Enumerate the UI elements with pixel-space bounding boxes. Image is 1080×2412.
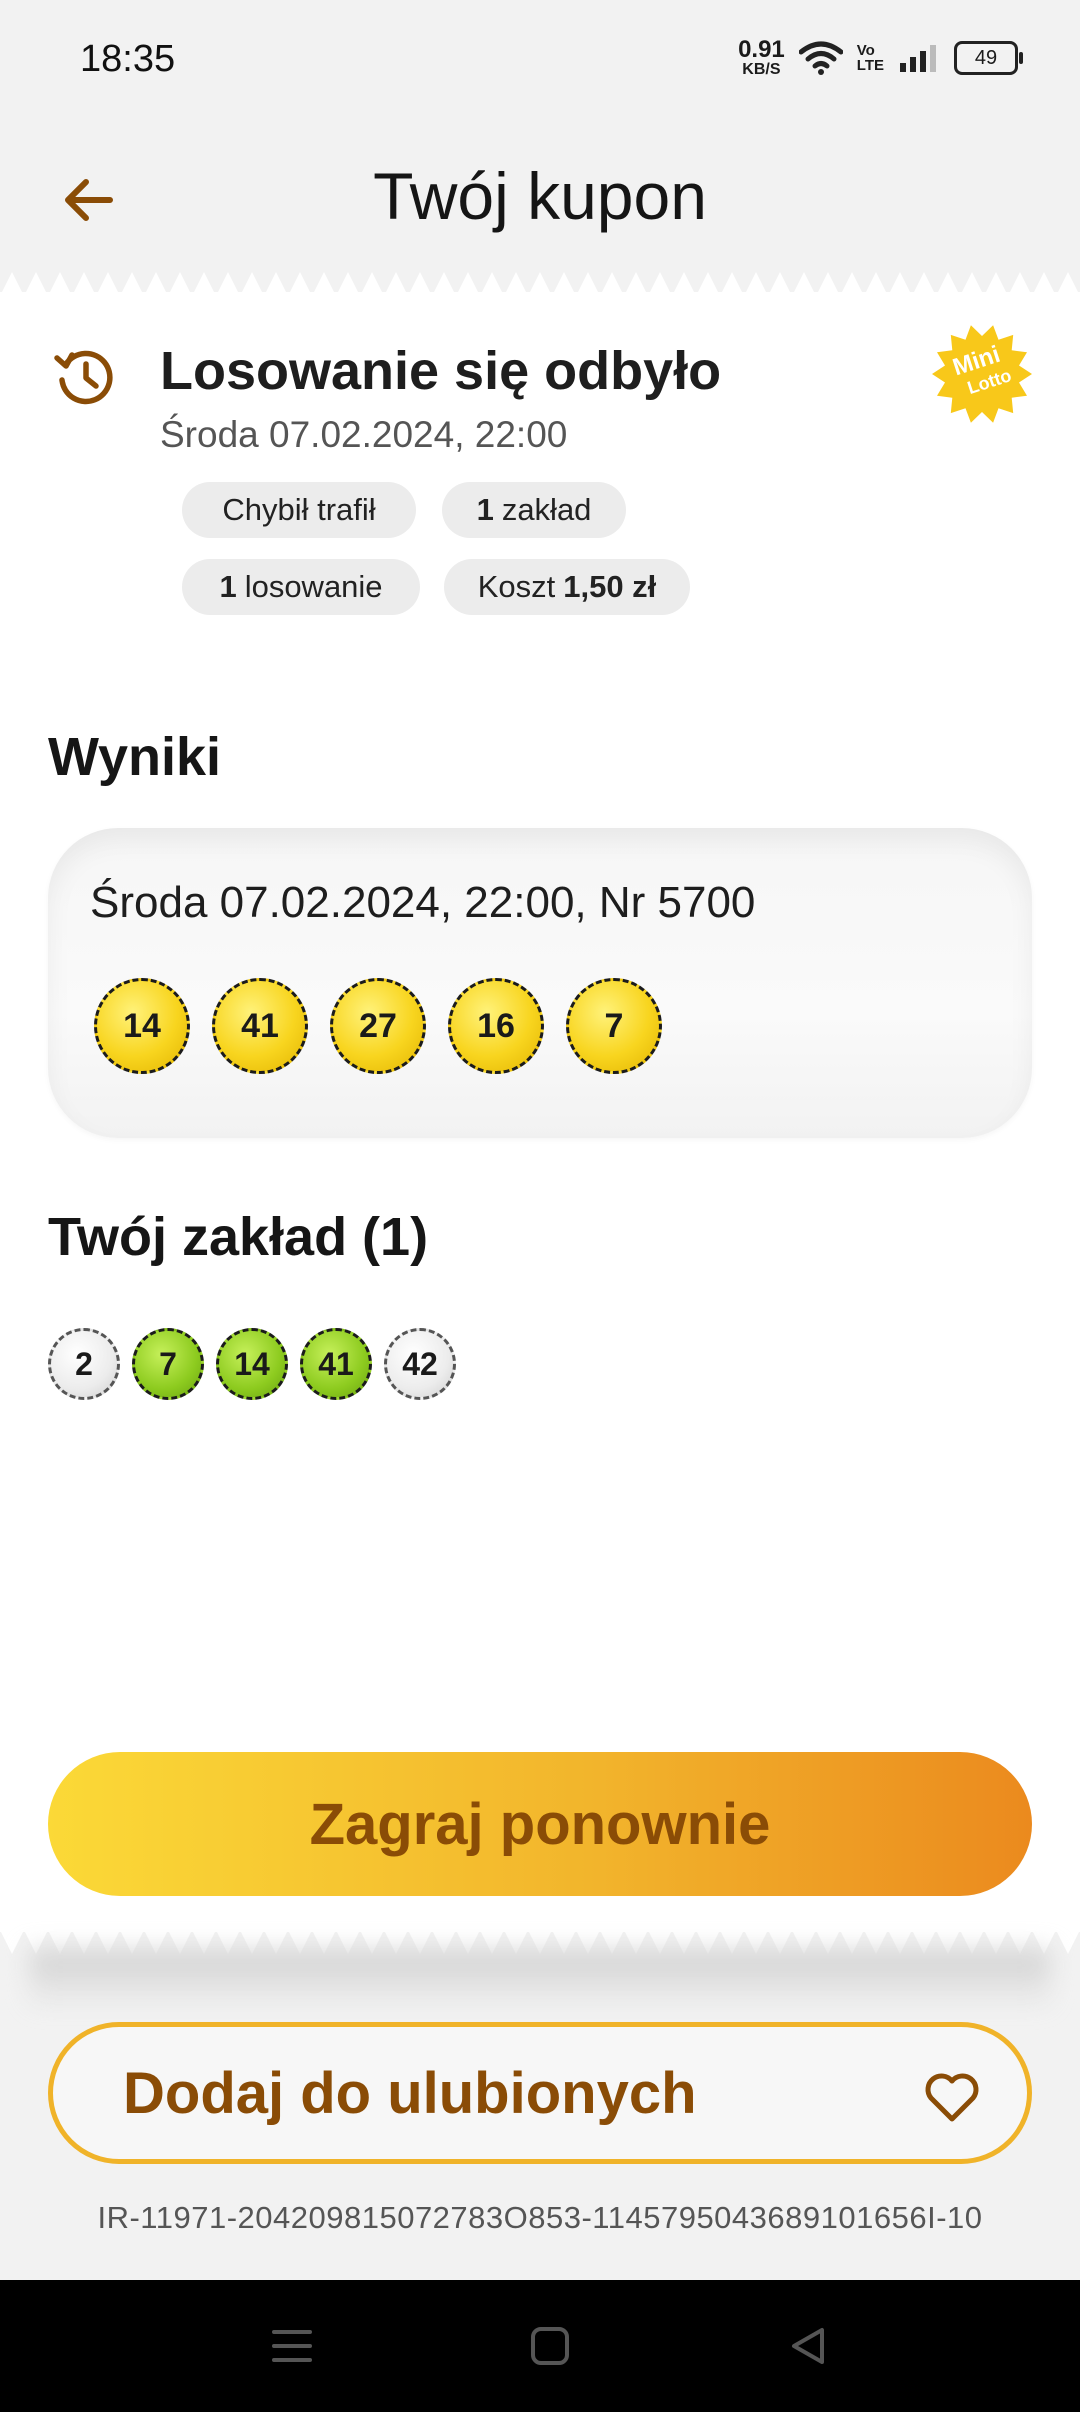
bet-title: Twój zakład (1) <box>48 1207 429 1267</box>
page-title: Twój kupon <box>373 159 707 233</box>
play-again-label: Zagraj ponownie <box>309 1791 771 1857</box>
battery-level: 49 <box>974 46 998 69</box>
draw-date: Środa 07.02.2024, 22:00 <box>160 414 568 455</box>
network-speed: 0.91 KB/S <box>738 38 785 78</box>
results-title: Wyniki <box>48 727 222 787</box>
result-ball: 14 <box>94 978 190 1074</box>
result-ball: 27 <box>330 978 426 1074</box>
tag-draws: 1 losowanie <box>182 559 420 615</box>
volte-icon: Vo LTE <box>857 43 884 73</box>
back-nav-button[interactable] <box>778 2316 838 2376</box>
ticket-shadow <box>30 1950 1050 2010</box>
tag-cost-value: 1,50 zł <box>563 569 657 604</box>
results-draw-info: Środa 07.02.2024, 22:00, Nr 5700 <box>90 878 756 927</box>
results-card: Środa 07.02.2024, 22:00, Nr 5700 14 41 27 1… <box>48 828 1032 1138</box>
result-ball: 16 <box>448 978 544 1074</box>
home-button[interactable] <box>520 2316 580 2376</box>
wifi-icon <box>798 41 843 75</box>
volte-bottom: LTE <box>856 57 884 74</box>
tag-cost-label: Koszt <box>477 569 556 604</box>
ticket-id: IR-11971-204209815072783O853-11457950436… <box>97 2200 983 2235</box>
history-icon <box>54 350 113 405</box>
volte-top: Vo <box>856 42 875 59</box>
add-favorite-button[interactable]: Dodaj do ulubionych <box>48 2022 1032 2164</box>
battery-icon: 49 <box>954 41 1023 75</box>
bet-ball-hit: 14 <box>216 1328 288 1400</box>
draw-status: Losowanie się odbyło <box>160 341 722 401</box>
result-ball: 7 <box>566 978 662 1074</box>
status-bar: 18:35 0.91 KB/S Vo LTE 49 <box>0 0 1080 120</box>
add-favorite-label: Dodaj do ulubionych <box>123 2060 697 2126</box>
tag-draws-label: losowanie <box>244 569 383 604</box>
recents-button[interactable] <box>262 2316 322 2376</box>
network-speed-unit: KB/S <box>742 61 781 78</box>
bet-ball: 2 <box>48 1328 120 1400</box>
menu-icon <box>272 2330 312 2362</box>
heart-icon <box>925 2073 979 2122</box>
network-speed-value: 0.91 <box>738 36 785 63</box>
home-square-icon <box>531 2327 569 2365</box>
tag-bets: 1 zakład <box>442 482 626 538</box>
triangle-back-icon <box>792 2328 824 2364</box>
tag-draws-count: 1 <box>219 569 237 604</box>
status-icons: 0.91 KB/S Vo LTE 49 <box>738 38 1023 78</box>
bet-balls: 2 7 14 41 42 <box>48 1328 456 1400</box>
tag-cost: Koszt 1,50 zł <box>444 559 690 615</box>
tag-bets-label: zakład <box>501 492 592 527</box>
tag-bets-count: 1 <box>476 492 494 527</box>
play-again-button[interactable]: Zagraj ponownie <box>48 1752 1032 1896</box>
bet-ball-hit: 41 <box>300 1328 372 1400</box>
mini-lotto-logo: Mini Lotto <box>932 325 1032 423</box>
top-bar: Twój kupon <box>0 120 1080 280</box>
signal-icon <box>900 45 936 72</box>
tag-quick-pick: Chybił trafił <box>182 482 416 538</box>
bet-ball-hit: 7 <box>132 1328 204 1400</box>
tag-quick-pick-label: Chybił trafił <box>222 492 376 527</box>
status-time: 18:35 <box>80 38 176 80</box>
result-ball: 41 <box>212 978 308 1074</box>
bet-ball: 42 <box>384 1328 456 1400</box>
navigation-bar <box>0 2280 1080 2412</box>
results-balls: 14 41 27 16 7 <box>94 978 662 1074</box>
